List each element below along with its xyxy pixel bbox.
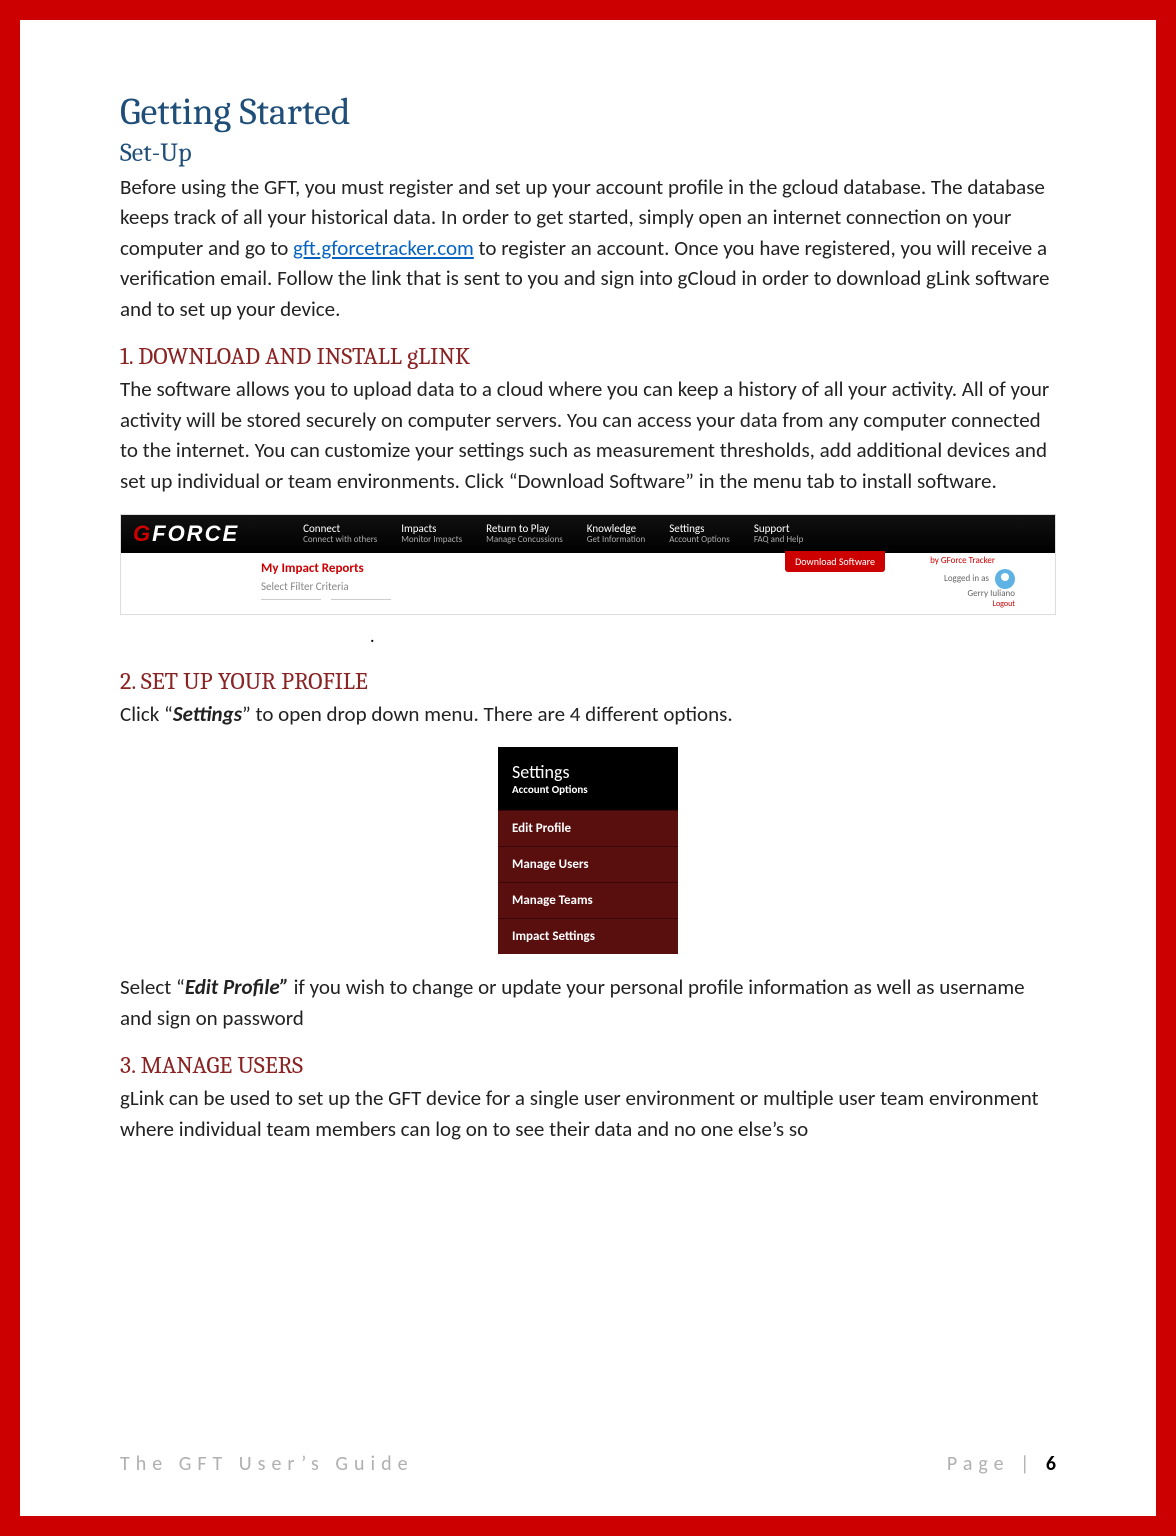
dropdown-title: Settings [512,761,664,783]
login-info: Logged in as Gerry Iuliano Logout [944,569,1015,609]
footer-page-label: Page | [947,1452,1046,1476]
reports-area: My Impact Reports Select Filter Criteria [121,561,1055,600]
content-area: Getting Started Set-Up Before using the … [120,90,1056,1432]
registration-link[interactable]: gft.gforcetracker.com [293,235,474,261]
nav-sub: Manage Concussions [486,535,563,546]
section-3-heading: 3. MANAGE USERS [120,1051,1056,1079]
logo-rest: FORCE [152,521,239,546]
dropdown-item-manage-teams[interactable]: Manage Teams [498,882,678,918]
dropdown-subtitle: Account Options [512,783,664,796]
page-footer: The GFT User’s Guide Page | 6 [120,1432,1056,1476]
avatar-icon [995,569,1015,589]
section-1-body: The software allows you to upload data t… [120,374,1056,496]
s2f-pre: Select “ [120,974,185,1000]
stray-dot: . [120,625,1056,647]
s2-bold: Settings [173,701,242,727]
section-2-body: Click “Settings” to open drop down menu.… [120,699,1056,729]
nav-item-return[interactable]: Return to Play Manage Concussions [486,522,573,546]
nav-sub: Monitor Impacts [401,535,462,546]
nav-item-knowledge[interactable]: Knowledge Get Information [587,522,655,546]
nav-bar: GFORCE Connect Connect with others Impac… [121,515,1055,553]
nav-sub: Connect with others [303,535,377,546]
filter-inputs [261,599,1055,600]
logo-g: G [133,521,152,546]
byline-text: by GForce Tracker [930,555,995,566]
nav-sub: FAQ and Help [754,535,804,546]
settings-dropdown-screenshot: Settings Account Options Edit Profile Ma… [498,747,678,954]
document-page: Getting Started Set-Up Before using the … [20,20,1156,1516]
filter-label: Select Filter Criteria [261,580,1055,593]
dropdown-item-manage-users[interactable]: Manage Users [498,846,678,882]
nav-lower: My Impact Reports Select Filter Criteria… [121,553,1055,614]
s2-pre: Click “ [120,701,173,727]
dropdown-item-impact-settings[interactable]: Impact Settings [498,918,678,954]
page-title: Getting Started [120,90,1056,134]
nav-item-settings[interactable]: Settings Account Options [669,522,740,546]
dropdown-header: Settings Account Options [498,747,678,810]
section-3-body: gLink can be used to set up the GFT devi… [120,1083,1056,1144]
section-1-heading: 1. DOWNLOAD AND INSTALL gLINK [120,342,1056,370]
nav-item-impacts[interactable]: Impacts Monitor Impacts [401,522,472,546]
footer-page: Page | 6 [947,1452,1056,1476]
nav-sub: Get Information [587,535,645,546]
nav-item-support[interactable]: Support FAQ and Help [754,522,814,546]
nav-screenshot: GFORCE Connect Connect with others Impac… [120,514,1056,615]
download-software-button[interactable]: Download Software [785,551,885,572]
section-2-heading: 2. SET UP YOUR PROFILE [120,667,1056,695]
s2-post: ” to open drop down menu. There are 4 di… [242,701,733,727]
gforce-logo: GFORCE [133,521,239,547]
s2f-bold: Edit Profile” [185,974,289,1000]
nav-item-connect[interactable]: Connect Connect with others [303,522,387,546]
nav-sub: Account Options [669,535,730,546]
logged-in-label: Logged in as [944,573,989,584]
subtitle-setup: Set-Up [120,138,1056,168]
footer-guide-title: The GFT User’s Guide [120,1452,414,1476]
section-2-footer: Select “Edit Profile” if you wish to cha… [120,972,1056,1033]
dropdown-item-edit-profile[interactable]: Edit Profile [498,810,678,846]
logout-link[interactable]: Logout [944,600,1015,610]
footer-page-number: 6 [1046,1452,1056,1476]
intro-paragraph: Before using the GFT, you must register … [120,172,1056,324]
